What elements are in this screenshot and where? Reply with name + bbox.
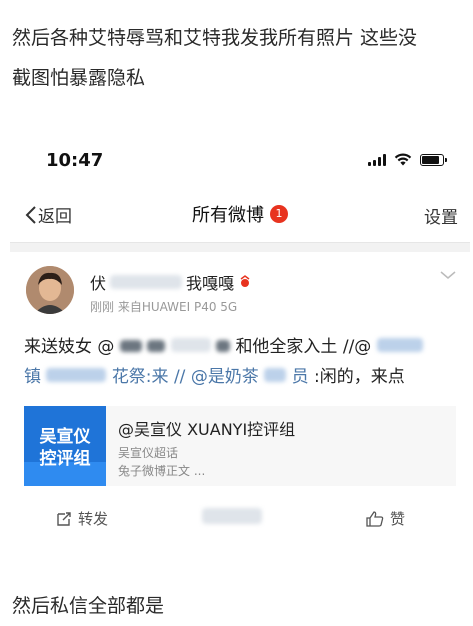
- author-prefix: 伏: [90, 274, 107, 293]
- author-name[interactable]: 伏 我嘎嘎: [90, 270, 252, 294]
- signal-icon: [368, 153, 386, 166]
- mention-link-2b[interactable]: 员: [292, 367, 309, 387]
- embedded-weibo-screenshot: 10:47 返回 所有微博 1 设置 伏 我嘎嘎 刚刚 来自HUAWEI P40…: [10, 128, 470, 544]
- nav-title-wrap[interactable]: 所有微博 1: [192, 201, 288, 227]
- redacted-mention-3: [170, 338, 211, 352]
- status-time: 10:47: [46, 150, 104, 171]
- redacted-mention-1: [119, 340, 142, 352]
- status-icons: [368, 153, 447, 166]
- battery-icon: [420, 153, 447, 166]
- embedded-post-preview[interactable]: 吴宣仪 控评组 @吴宣仪 XUANYI控评组 吴宣仪超话 兔子微博正文 ...: [24, 406, 456, 486]
- avatar-portrait-icon: [26, 266, 74, 314]
- nav-title: 所有微博 1: [10, 201, 470, 227]
- body-text-1b: 和他全家入土 //@: [235, 337, 372, 357]
- embed-thumbnail: 吴宣仪 控评组: [24, 406, 106, 486]
- post-actions: 转发 赞: [10, 496, 470, 540]
- embed-thumb-line2: 控评组: [40, 448, 91, 469]
- settings-button[interactable]: 设置: [424, 203, 458, 228]
- repost-label: 转发: [78, 510, 109, 528]
- vip-badge-icon: [240, 275, 250, 287]
- intro-line-2: 截图怕暴露隐私: [12, 67, 146, 89]
- embed-subtitle-1: 吴宣仪超话: [118, 446, 179, 460]
- mention-link-1[interactable]: 镇: [24, 367, 41, 387]
- redacted-comment-area: [202, 508, 262, 524]
- mention-link-1b[interactable]: 花祭:来 //: [112, 367, 186, 387]
- redacted-mention-5: [376, 338, 423, 352]
- redacted-mention-7: [264, 368, 287, 382]
- embed-thumb-line1: 吴宣仪: [40, 426, 92, 447]
- avatar[interactable]: [26, 266, 74, 314]
- post-body-line-1: 来送妓女 @ 和他全家入土 //@: [24, 332, 458, 362]
- embed-subtitle-2: 兔子微博正文 ...: [118, 464, 206, 478]
- wifi-icon: [394, 153, 412, 166]
- intro-line-1: 然后各种艾特辱骂和艾特我发我所有照片 这些没: [12, 27, 418, 49]
- weibo-post-card: 伏 我嘎嘎 刚刚 来自HUAWEI P40 5G 来送妓女 @ 和他全家入土 /…: [10, 252, 470, 544]
- nav-title-label: 所有微博: [192, 205, 264, 226]
- nav-bar: 返回 所有微博 1 设置: [10, 186, 470, 243]
- redacted-mention-4: [216, 340, 231, 352]
- post-meta: 刚刚 来自HUAWEI P40 5G: [90, 300, 238, 314]
- post-intro-text: 然后各种艾特辱骂和艾特我发我所有照片 这些没 截图怕暴露隐私: [12, 18, 459, 98]
- embed-title: @吴宣仪 XUANYI控评组: [118, 420, 296, 439]
- like-label: 赞: [390, 510, 406, 528]
- chevron-down-icon[interactable]: [440, 270, 456, 280]
- body-text-1a: 来送妓女 @: [24, 337, 115, 357]
- comment-button[interactable]: [202, 508, 262, 524]
- author-suffix: 我嘎嘎: [186, 274, 235, 293]
- redacted-author-name: [110, 275, 183, 289]
- redacted-mention-2: [147, 340, 166, 352]
- embed-thumbnail-graphic: 吴宣仪 控评组: [24, 406, 106, 486]
- repost-icon: [57, 511, 71, 526]
- post-body-line-2: 镇 花祭:来 // @是奶茶 员 :闲的，来点: [24, 362, 458, 392]
- status-bar: 10:47: [10, 128, 470, 186]
- repost-button[interactable]: 转发: [56, 508, 108, 529]
- mention-link-2[interactable]: @是奶茶: [191, 367, 259, 387]
- post-outro-text: 然后私信全部都是: [12, 595, 165, 617]
- like-button[interactable]: 赞: [366, 508, 405, 529]
- body-text-2e: :闲的，来点: [314, 367, 405, 387]
- redacted-mention-6: [46, 368, 107, 382]
- unread-badge: 1: [270, 205, 288, 223]
- thumbs-up-icon: [366, 510, 384, 527]
